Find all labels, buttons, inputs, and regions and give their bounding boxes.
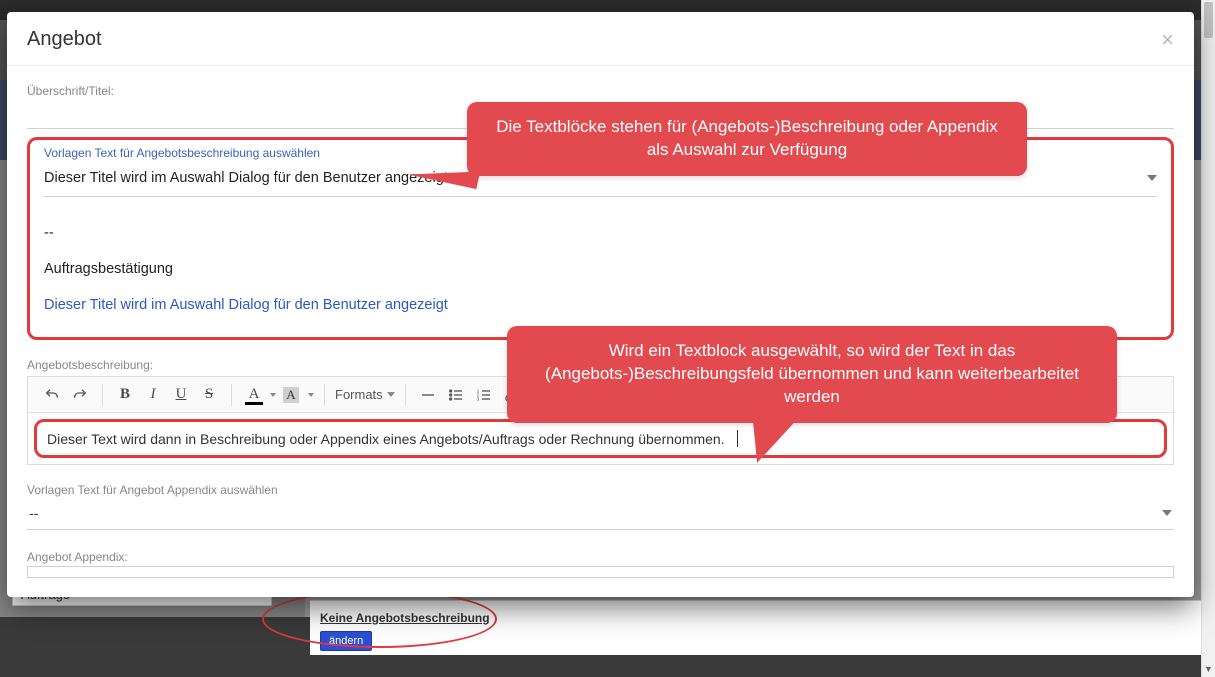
- formats-dropdown[interactable]: Formats: [327, 387, 403, 402]
- dropdown-option-blank[interactable]: --: [44, 215, 1157, 251]
- scrollbar-down-icon[interactable]: ▼: [1202, 661, 1215, 677]
- appendix-template-selected: --: [29, 505, 38, 521]
- undo-icon[interactable]: [38, 381, 66, 409]
- appendix-input[interactable]: [27, 566, 1174, 578]
- numbered-list-icon[interactable]: 123: [470, 381, 498, 409]
- redo-icon[interactable]: [66, 381, 94, 409]
- appendix-template-dropdown[interactable]: --: [27, 497, 1174, 530]
- template-dropdown-list: -- Auftragsbestätigung Dieser Titel wird…: [44, 215, 1157, 323]
- modal-title: Angebot: [27, 28, 102, 51]
- appendix-label: Angebot Appendix:: [27, 550, 1174, 564]
- bg-color-button[interactable]: A: [278, 381, 306, 409]
- dropdown-option-auftragsbestaetigung[interactable]: Auftragsbestätigung: [44, 251, 1157, 287]
- chevron-down-icon: [1162, 510, 1172, 516]
- dropdown-option-active[interactable]: Dieser Titel wird im Auswahl Dialog für …: [44, 287, 1157, 323]
- annotation-callout-1: Die Textblöcke stehen für (Angebots-)Bes…: [467, 102, 1027, 176]
- modal-dialog: Angebot × Überschrift/Titel: Vorlagen Te…: [7, 12, 1194, 597]
- appendix-template-label: Vorlagen Text für Angebot Appendix auswä…: [27, 483, 1174, 497]
- annotation-tail-2: [743, 403, 805, 468]
- change-button[interactable]: ändern: [320, 631, 372, 651]
- template-dropdown-selected: Dieser Titel wird im Auswahl Dialog für …: [44, 170, 448, 186]
- underline-button[interactable]: U: [167, 381, 195, 409]
- annotation-callout-2: Wird ein Textblock ausgewählt, so wird d…: [507, 326, 1117, 423]
- bg-color-menu[interactable]: [306, 393, 316, 397]
- chevron-down-icon: [387, 392, 395, 397]
- bold-button[interactable]: B: [111, 381, 139, 409]
- italic-button[interactable]: I: [139, 381, 167, 409]
- bullet-list-icon[interactable]: [442, 381, 470, 409]
- editor-content-highlight: Dieser Text wird dann in Beschreibung od…: [34, 419, 1167, 458]
- text-color-menu[interactable]: [268, 393, 278, 397]
- svg-text:3: 3: [476, 396, 479, 401]
- heading-label: Überschrift/Titel:: [27, 84, 1174, 98]
- text-color-button[interactable]: A: [240, 381, 268, 409]
- modal-body: Überschrift/Titel: Vorlagen Text für Ang…: [7, 66, 1194, 597]
- text-cursor-icon: [737, 430, 738, 447]
- no-description-label: Keine Angebotsbeschreibung: [320, 611, 490, 625]
- modal-header: Angebot ×: [7, 12, 1194, 66]
- scrollbar-thumb[interactable]: [1204, 2, 1213, 38]
- editor-content[interactable]: Dieser Text wird dann in Beschreibung od…: [47, 431, 725, 447]
- annotation-text-2: Wird ein Textblock ausgewählt, so wird d…: [545, 341, 1079, 406]
- page-scrollbar[interactable]: ▼: [1201, 0, 1215, 677]
- close-icon[interactable]: ×: [1161, 29, 1174, 51]
- under-modal-panel: Keine Angebotsbeschreibung ändern: [310, 600, 1201, 655]
- hr-icon[interactable]: [414, 381, 442, 409]
- formats-label: Formats: [335, 387, 383, 402]
- strikethrough-button[interactable]: S: [195, 381, 223, 409]
- annotation-text-1: Die Textblöcke stehen für (Angebots-)Bes…: [496, 117, 998, 159]
- chevron-down-icon: [1147, 175, 1157, 181]
